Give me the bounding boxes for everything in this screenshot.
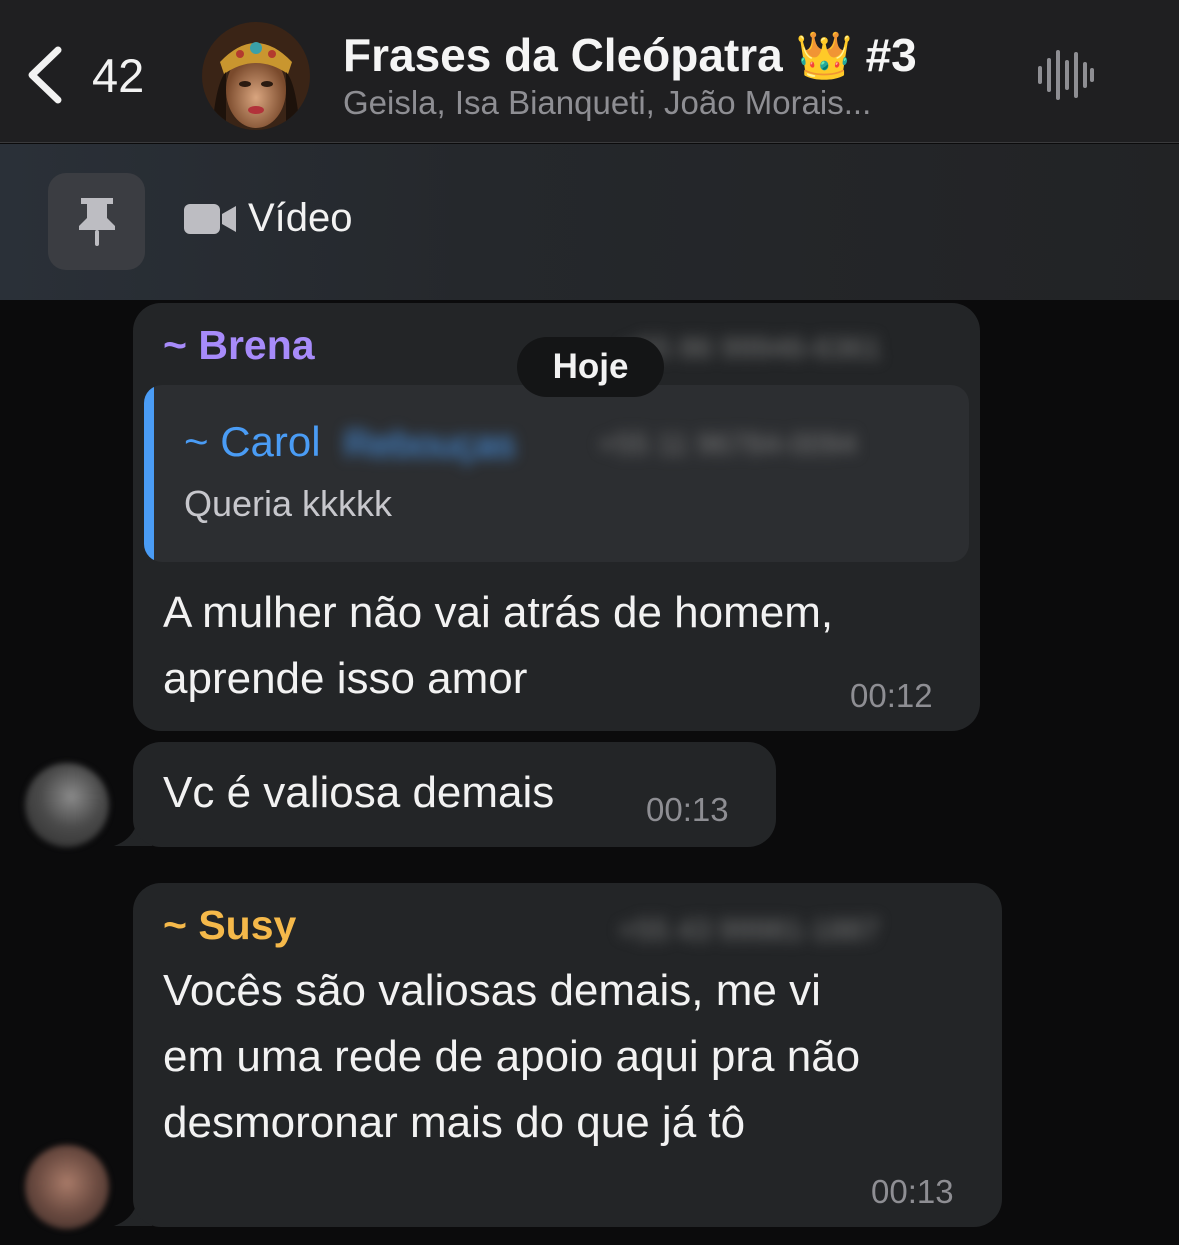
message-time: 00:13 bbox=[646, 791, 729, 828]
sender-phone: +55 43 99981-1887 bbox=[618, 914, 880, 947]
pinned-message-bar[interactable]: Vídeo bbox=[0, 144, 1179, 300]
pinned-preview: Vídeo bbox=[184, 196, 353, 241]
chat-header: 42 Frases da Cleópatra 👑 #3 Geisla, Isa … bbox=[0, 0, 1179, 143]
sender-avatar[interactable] bbox=[25, 1145, 109, 1229]
chat-title[interactable]: Frases da Cleópatra 👑 #3 bbox=[343, 28, 917, 83]
message-sender[interactable]: ~ Brena bbox=[163, 322, 315, 369]
reply-quote[interactable] bbox=[144, 385, 969, 562]
message-text-line: A mulher não vai atrás de homem, bbox=[163, 588, 834, 637]
group-avatar[interactable] bbox=[202, 22, 310, 130]
date-chip: Hoje bbox=[517, 337, 664, 397]
waveform-icon[interactable] bbox=[1034, 44, 1096, 106]
message-sender[interactable]: ~ Susy bbox=[163, 902, 296, 949]
message-text-line: em uma rede de apoio aqui pra não bbox=[163, 1032, 861, 1081]
reply-sender-surname: Rebouças bbox=[344, 424, 516, 466]
reply-accent-bar bbox=[144, 385, 154, 562]
reply-phone: +55 11 96784-0094 bbox=[598, 428, 857, 461]
message-text-line: Vc é valiosa demais bbox=[163, 768, 555, 817]
chevron-left-icon bbox=[28, 46, 62, 104]
chat-members[interactable]: Geisla, Isa Bianqueti, João Morais... bbox=[343, 84, 871, 122]
unread-count: 42 bbox=[92, 48, 145, 102]
message-time: 00:12 bbox=[850, 677, 933, 714]
back-button[interactable]: 42 bbox=[20, 40, 170, 110]
message-text-line: aprende isso amor bbox=[163, 654, 528, 703]
sender-avatar[interactable] bbox=[25, 763, 109, 847]
message-text-line: desmoronar mais do que já tô bbox=[163, 1098, 746, 1147]
reply-sender: ~ Carol bbox=[184, 418, 321, 465]
pinned-label: Vídeo bbox=[248, 196, 353, 240]
pin-icon bbox=[48, 173, 145, 270]
message-text-line: Vocês são valiosas demais, me vi bbox=[163, 966, 821, 1015]
video-camera-icon bbox=[184, 203, 236, 234]
message-time: 00:13 bbox=[871, 1173, 954, 1210]
reply-text: Queria kkkkk bbox=[184, 483, 393, 524]
